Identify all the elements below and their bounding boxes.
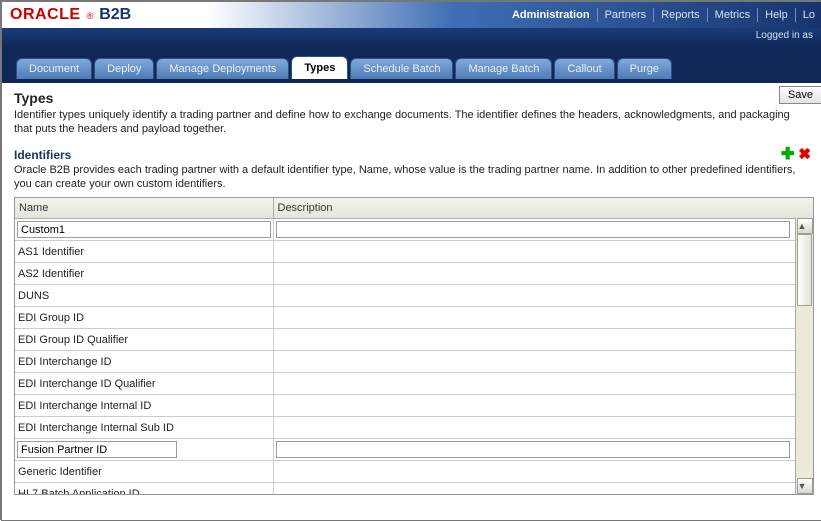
- name-cell: EDI Group ID Qualifier: [15, 329, 273, 351]
- nav-partners[interactable]: Partners: [598, 8, 655, 22]
- description-cell: [273, 395, 813, 417]
- nav-help[interactable]: Help: [758, 8, 796, 22]
- tab-manage-batch[interactable]: Manage Batch: [455, 58, 552, 79]
- page-title: Types: [14, 90, 813, 106]
- table-row[interactable]: EDI Group ID Qualifier: [15, 329, 813, 351]
- add-icon[interactable]: ✚: [781, 148, 794, 162]
- tab-callout[interactable]: Callout: [554, 58, 614, 79]
- name-cell: EDI Group ID: [15, 307, 273, 329]
- identifiers-table-wrap: Name Description AS1 IdentifierAS2 Ident…: [14, 197, 814, 495]
- tab-document[interactable]: Document: [16, 58, 92, 79]
- section-description: Oracle B2B provides each trading partner…: [14, 163, 813, 192]
- description-cell: [273, 285, 813, 307]
- logged-in-bar: Logged in as: [2, 28, 821, 48]
- scroll-up-icon[interactable]: ▲: [797, 218, 813, 234]
- tab-strip: Document Deploy Manage Deployments Types…: [2, 48, 821, 84]
- top-nav: Administration Partners Reports Metrics …: [505, 8, 815, 22]
- table-row[interactable]: EDI Interchange Internal ID: [15, 395, 813, 417]
- description-cell: [273, 329, 813, 351]
- description-input[interactable]: [276, 441, 791, 458]
- table-row[interactable]: AS2 Identifier: [15, 263, 813, 285]
- brand-oracle: ORACLE: [10, 6, 81, 24]
- content-area: Save Types Identifier types uniquely ide…: [2, 84, 821, 495]
- description-cell: [273, 351, 813, 373]
- name-cell: EDI Interchange Internal Sub ID: [15, 417, 273, 439]
- name-cell: EDI Interchange Internal ID: [15, 395, 273, 417]
- table-row[interactable]: AS1 Identifier: [15, 241, 813, 263]
- table-row[interactable]: EDI Interchange Internal Sub ID: [15, 417, 813, 439]
- table-row[interactable]: [15, 439, 813, 461]
- logged-in-text: Logged in as: [756, 30, 813, 41]
- name-input[interactable]: [17, 441, 177, 458]
- brand-logo: ORACLE ® B2B: [10, 6, 131, 24]
- tab-purge[interactable]: Purge: [617, 58, 672, 79]
- app-header: ORACLE ® B2B Administration Partners Repo…: [2, 2, 821, 28]
- description-cell: [273, 461, 813, 483]
- brand-b2b: B2B: [99, 6, 131, 24]
- col-header-description[interactable]: Description: [273, 198, 813, 219]
- scroll-thumb[interactable]: [797, 234, 812, 306]
- vertical-scrollbar[interactable]: ▲ ▼: [795, 218, 813, 494]
- name-cell: EDI Interchange ID Qualifier: [15, 373, 273, 395]
- identifiers-table: Name Description AS1 IdentifierAS2 Ident…: [15, 198, 813, 495]
- nav-reports[interactable]: Reports: [654, 8, 708, 22]
- name-cell: AS1 Identifier: [15, 241, 273, 263]
- name-cell: HL7 Batch Application ID: [15, 483, 273, 496]
- name-cell: AS2 Identifier: [15, 263, 273, 285]
- description-cell: [273, 373, 813, 395]
- table-row[interactable]: Generic Identifier: [15, 461, 813, 483]
- scroll-down-icon[interactable]: ▼: [797, 478, 813, 494]
- nav-administration[interactable]: Administration: [505, 8, 598, 22]
- tab-manage-deployments[interactable]: Manage Deployments: [156, 58, 289, 79]
- nav-logout[interactable]: Lo: [796, 8, 815, 22]
- description-cell: [273, 417, 813, 439]
- table-row[interactable]: HL7 Batch Application ID: [15, 483, 813, 496]
- col-header-name[interactable]: Name: [15, 198, 273, 219]
- name-cell: EDI Interchange ID: [15, 351, 273, 373]
- description-input[interactable]: [276, 221, 791, 238]
- save-button[interactable]: Save: [779, 86, 821, 104]
- table-row[interactable]: EDI Group ID: [15, 307, 813, 329]
- section-title: Identifiers: [14, 148, 71, 162]
- tab-types[interactable]: Types: [291, 56, 348, 79]
- tab-schedule-batch[interactable]: Schedule Batch: [350, 58, 453, 79]
- page-description: Identifier types uniquely identify a tra…: [14, 108, 809, 137]
- description-cell: [273, 307, 813, 329]
- table-row[interactable]: DUNS: [15, 285, 813, 307]
- name-input[interactable]: [17, 221, 271, 238]
- tab-deploy[interactable]: Deploy: [94, 58, 154, 79]
- description-cell: [273, 483, 813, 496]
- name-cell: Generic Identifier: [15, 461, 273, 483]
- brand-reg: ®: [87, 11, 94, 21]
- delete-icon[interactable]: ✖: [798, 148, 811, 162]
- table-row[interactable]: [15, 219, 813, 241]
- table-row[interactable]: EDI Interchange ID Qualifier: [15, 373, 813, 395]
- section-actions: ✚ ✖: [781, 148, 813, 162]
- description-cell: [273, 263, 813, 285]
- table-row[interactable]: EDI Interchange ID: [15, 351, 813, 373]
- description-cell: [273, 241, 813, 263]
- name-cell: DUNS: [15, 285, 273, 307]
- nav-metrics[interactable]: Metrics: [708, 8, 758, 22]
